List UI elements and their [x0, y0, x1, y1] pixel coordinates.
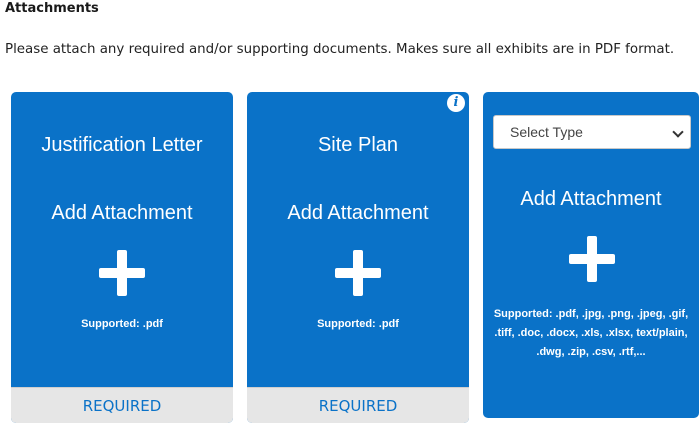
supported-formats: Supported: .pdf, .jpg, .png, .jpeg, .gif… [493, 308, 689, 358]
supported-formats: Supported: .pdf [81, 318, 163, 330]
section-intro: Please attach any required and/or suppor… [5, 42, 675, 57]
section-heading: Attachments [5, 1, 99, 16]
plus-icon[interactable] [335, 250, 381, 296]
plus-icon[interactable] [99, 250, 145, 296]
plus-icon[interactable] [569, 236, 615, 282]
attachment-card-justification-letter[interactable]: Justification Letter Add Attachment Supp… [11, 92, 233, 423]
supported-formats: Supported: .pdf [317, 318, 399, 330]
add-attachment-label[interactable]: Add Attachment [483, 188, 699, 211]
required-badge: REQUIRED [11, 387, 233, 423]
attachment-card-other[interactable]: Select Type Add Attachment Supported: .p… [483, 92, 699, 418]
select-type-dropdown[interactable]: Select Type [493, 115, 691, 149]
required-badge: REQUIRED [247, 387, 469, 423]
chevron-down-icon [672, 126, 684, 138]
info-icon[interactable]: i [447, 94, 465, 112]
add-attachment-label[interactable]: Add Attachment [11, 202, 233, 225]
select-type-value: Select Type [510, 124, 583, 140]
card-title: Site Plan [317, 134, 399, 156]
card-title: Justification Letter [41, 134, 203, 156]
attachment-card-site-plan[interactable]: i Site Plan Add Attachment Supported: .p… [247, 92, 469, 423]
add-attachment-label[interactable]: Add Attachment [247, 202, 469, 225]
